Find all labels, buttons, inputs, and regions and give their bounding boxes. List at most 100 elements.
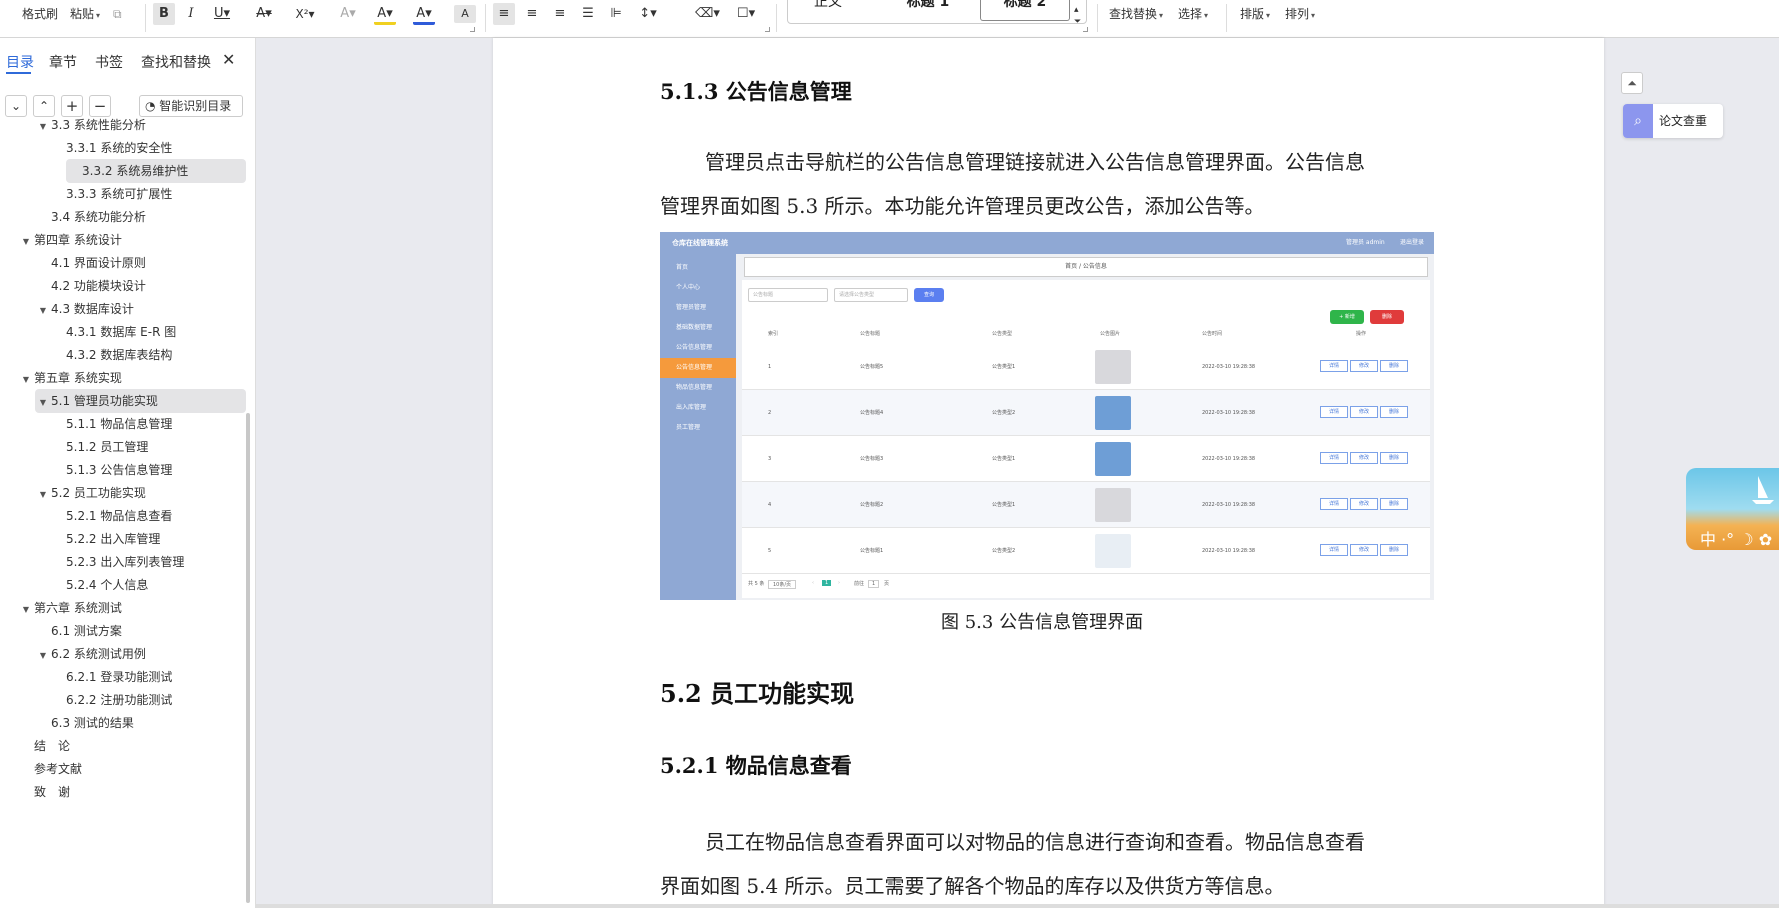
toc-item[interactable]: ▼ 6.2 系统测试用例	[35, 642, 146, 666]
toc-item[interactable]: 5.2.4 个人信息	[50, 573, 148, 597]
align-center-icon[interactable]: ≡	[521, 3, 543, 25]
collapse-panel-button[interactable]: ⏶	[1621, 72, 1643, 94]
horizontal-scrollbar[interactable]	[256, 904, 1779, 908]
style-dialog-launcher[interactable]	[1083, 27, 1088, 32]
figure-delete-button: 删除	[1370, 310, 1404, 324]
clear-format-icon[interactable]: ⌫▾	[695, 3, 720, 25]
caret-down-icon[interactable]: ▼	[35, 483, 51, 507]
figure-cell: 2022-03-10 19:28:38	[1202, 410, 1256, 416]
style-more-icon[interactable]: ▴ ⏷	[1074, 4, 1081, 27]
plagiarism-check-button[interactable]: ⌕ 论文查重	[1623, 104, 1723, 138]
distributed-align-icon[interactable]: ⊫	[605, 3, 627, 25]
copy-icon[interactable]: ⧉	[113, 3, 122, 25]
figure-user: 管理员 admin	[1346, 239, 1385, 246]
toc-item[interactable]: 5.1.1 物品信息管理	[50, 412, 172, 436]
toc-item-label: 5.2.4 个人信息	[66, 578, 149, 592]
style-heading-2[interactable]: 标题 2	[980, 0, 1070, 21]
toc-item[interactable]: 3.4 系统功能分析	[35, 205, 146, 229]
toc-item[interactable]: 6.3 测试的结果	[35, 711, 134, 735]
arrange-button[interactable]: 排列 ▾	[1285, 3, 1315, 25]
caret-down-icon[interactable]: ▼	[18, 230, 34, 254]
find-replace-button[interactable]: 查找替换 ▾	[1109, 3, 1163, 25]
toc-item[interactable]: 4.2 功能模块设计	[35, 274, 146, 298]
close-icon[interactable]: ✕	[222, 50, 235, 69]
smart-toc-button[interactable]: ◔ 智能识别目录	[139, 95, 243, 117]
text-effect-button[interactable]: A▾	[337, 3, 359, 25]
caret-down-icon[interactable]: ▼	[35, 644, 51, 668]
toc-item-label: 结 论	[34, 739, 71, 753]
line-spacing-icon[interactable]: ↕▾	[637, 3, 659, 25]
toc-item[interactable]: 3.3.3 系统可扩展性	[50, 182, 172, 206]
toc-item[interactable]: 参考文献	[18, 757, 82, 781]
char-shading-button[interactable]: A	[454, 5, 476, 23]
highlight-button[interactable]: A▾	[374, 3, 396, 25]
superscript-button[interactable]: X²▾	[294, 3, 316, 25]
format-brush-button[interactable]: 格式刷	[22, 3, 58, 25]
toc-item[interactable]: 3.3.2 系统易维护性	[66, 159, 246, 183]
toc-item[interactable]: ▼ 第六章 系统测试	[18, 596, 122, 620]
toc-item[interactable]: 5.2.3 出入库列表管理	[50, 550, 184, 574]
toc-item[interactable]: 致 谢	[18, 780, 70, 804]
figure-cell: 公告标题4	[860, 410, 884, 416]
toc-item[interactable]: ▼ 第五章 系统实现	[18, 366, 122, 390]
tab-toc[interactable]: 目录	[6, 52, 34, 72]
chevron-down-icon[interactable]: ⌄	[5, 95, 27, 117]
caret-down-icon[interactable]: ▼	[18, 598, 34, 622]
underline-button[interactable]: U▾	[211, 3, 233, 25]
toc-item[interactable]: 5.1.2 员工管理	[50, 435, 148, 459]
figure-cell: 公告标题1	[860, 548, 884, 554]
toc-item[interactable]: 4.3.2 数据库表结构	[50, 343, 172, 367]
toc-item[interactable]: 结 论	[18, 734, 70, 758]
toc-item[interactable]: 6.2.2 注册功能测试	[50, 688, 172, 712]
paragraph-dialog-launcher[interactable]	[765, 27, 770, 32]
align-right-icon[interactable]: ≡	[549, 3, 571, 25]
border-icon[interactable]: ☐▾	[735, 3, 757, 25]
bold-button[interactable]: B	[153, 3, 175, 25]
figure-footer-goto: 前往	[854, 581, 865, 587]
toc-item[interactable]: 4.3.1 数据库 E-R 图	[50, 320, 176, 344]
toc-item[interactable]: 3.3.1 系统的安全性	[50, 136, 172, 160]
divider	[485, 4, 486, 32]
caret-down-icon[interactable]: ▼	[18, 368, 34, 392]
toc-item[interactable]: 4.1 界面设计原则	[35, 251, 146, 275]
style-heading-1[interactable]: 标题 1	[888, 0, 968, 21]
justify-icon[interactable]: ☰	[577, 3, 599, 25]
figure-app-header: 仓库在线管理系统 管理员 admin 退出登录	[660, 232, 1434, 254]
toc-item-label: 4.3.1 数据库 E-R 图	[66, 325, 177, 339]
toc-item-label: 第五章 系统实现	[34, 371, 122, 385]
beach-widget[interactable]: 中 ·° ☽ ✿	[1686, 468, 1779, 550]
strikethrough-button[interactable]: A▾	[253, 3, 275, 25]
divider	[776, 4, 777, 32]
align-left-icon[interactable]: ≡	[493, 3, 515, 25]
toc-item[interactable]: ▼ 4.3 数据库设计	[35, 297, 134, 321]
tab-chapters[interactable]: 章节	[49, 52, 77, 72]
font-color-button[interactable]: A▾	[413, 3, 435, 25]
toc-item[interactable]: 6.2.1 登录功能测试	[50, 665, 172, 689]
tab-find-replace[interactable]: 查找和替换	[141, 52, 211, 72]
tab-bookmarks[interactable]: 书签	[95, 52, 123, 72]
toc-item-label: 5.2.2 出入库管理	[66, 532, 161, 546]
toc-item[interactable]: ▼ 5.2 员工功能实现	[35, 481, 146, 505]
toc-item[interactable]: 6.1 测试方案	[35, 619, 122, 643]
smart-icon: ◔	[145, 99, 160, 113]
divider	[1097, 4, 1098, 32]
toc-item[interactable]: 5.2.1 物品信息查看	[50, 504, 172, 528]
toc-item[interactable]: 5.1.3 公告信息管理	[50, 458, 172, 482]
toc-scrollbar[interactable]	[246, 413, 250, 903]
toc-item[interactable]: 5.2.2 出入库管理	[50, 527, 160, 551]
figure-cell: 公告类型1	[992, 456, 1016, 462]
toc-item[interactable]: ▼ 第四章 系统设计	[18, 228, 122, 252]
caret-down-icon[interactable]: ▼	[35, 299, 51, 323]
figure-footer-unit: 页	[884, 581, 890, 587]
caret-down-icon[interactable]: ▼	[35, 115, 51, 139]
layout-button[interactable]: 排版 ▾	[1240, 3, 1270, 25]
caret-down-icon[interactable]: ▼	[35, 391, 51, 415]
italic-button[interactable]: I	[180, 3, 202, 25]
style-normal[interactable]: 正文	[798, 0, 858, 21]
select-button[interactable]: 选择 ▾	[1178, 3, 1208, 25]
toc-item[interactable]: ▼ 5.1 管理员功能实现	[35, 389, 246, 413]
paste-button[interactable]: 粘贴 ▾	[70, 3, 100, 25]
figure-search-type: 请选择公告类型	[834, 288, 908, 302]
font-dialog-launcher[interactable]	[470, 27, 475, 32]
toc-item[interactable]: ▼ 3.3 系统性能分析	[35, 113, 146, 137]
